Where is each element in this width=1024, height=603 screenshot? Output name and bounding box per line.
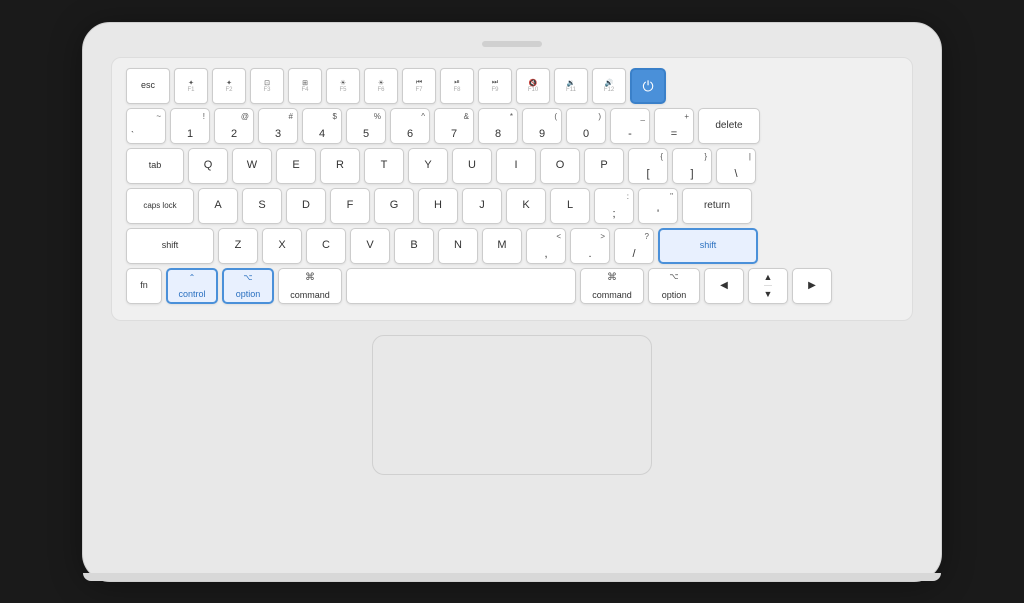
qwerty-row: tab Q W E R T Y U I O P { [ } ] | \ (126, 148, 898, 184)
laptop-body: esc ✦F1 ✦F2 ⊡F3 ⊞F4 ☀F5 ☀F6 ⏮F7 (82, 22, 942, 582)
key-power[interactable]: ⏻ (630, 68, 666, 104)
key-9[interactable]: ( 9 (522, 108, 562, 144)
key-r[interactable]: R (320, 148, 360, 184)
key-0[interactable]: ) 0 (566, 108, 606, 144)
key-f3[interactable]: ⊡F3 (250, 68, 284, 104)
key-n[interactable]: N (438, 228, 478, 264)
key-f11[interactable]: 🔉F11 (554, 68, 588, 104)
key-arrow-left[interactable]: ◀ (704, 268, 744, 304)
key-h[interactable]: H (418, 188, 458, 224)
key-quote[interactable]: " ' (638, 188, 678, 224)
key-semicolon[interactable]: : ; (594, 188, 634, 224)
key-f12[interactable]: 🔊F12 (592, 68, 626, 104)
key-bracket-left[interactable]: { [ (628, 148, 668, 184)
key-l[interactable]: L (550, 188, 590, 224)
key-f4[interactable]: ⊞F4 (288, 68, 322, 104)
key-arrow-right[interactable]: ▶ (792, 268, 832, 304)
key-control[interactable]: ⌃ control (166, 268, 218, 304)
key-f1[interactable]: ✦F1 (174, 68, 208, 104)
key-minus[interactable]: _ - (610, 108, 650, 144)
key-b[interactable]: B (394, 228, 434, 264)
key-option-left[interactable]: ⌥ option (222, 268, 274, 304)
key-arrow-updown[interactable]: ▲ ▼ (748, 268, 788, 304)
key-f10[interactable]: 🔇F10 (516, 68, 550, 104)
key-shift-left[interactable]: shift (126, 228, 214, 264)
key-delete[interactable]: delete (698, 108, 760, 144)
key-tab[interactable]: tab (126, 148, 184, 184)
key-c[interactable]: C (306, 228, 346, 264)
key-j[interactable]: J (462, 188, 502, 224)
key-8[interactable]: * 8 (478, 108, 518, 144)
key-shift-right[interactable]: shift (658, 228, 758, 264)
key-f2[interactable]: ✦F2 (212, 68, 246, 104)
key-k[interactable]: K (506, 188, 546, 224)
key-m[interactable]: M (482, 228, 522, 264)
asdf-row: caps lock A S D F G H J K L : ; " ' retu… (126, 188, 898, 224)
key-option-right[interactable]: ⌥ option (648, 268, 700, 304)
key-4[interactable]: $ 4 (302, 108, 342, 144)
key-space[interactable] (346, 268, 576, 304)
number-row: ~ ` ! 1 @ 2 # 3 $ 4 % 5 (126, 108, 898, 144)
key-command-left[interactable]: ⌘ command (278, 268, 342, 304)
key-a[interactable]: A (198, 188, 238, 224)
key-x[interactable]: X (262, 228, 302, 264)
key-fn[interactable]: fn (126, 268, 162, 304)
key-return[interactable]: return (682, 188, 752, 224)
key-f7[interactable]: ⏮F7 (402, 68, 436, 104)
key-f[interactable]: F (330, 188, 370, 224)
key-t[interactable]: T (364, 148, 404, 184)
key-7[interactable]: & 7 (434, 108, 474, 144)
key-6[interactable]: ^ 6 (390, 108, 430, 144)
key-f8[interactable]: ⏯F8 (440, 68, 474, 104)
key-1[interactable]: ! 1 (170, 108, 210, 144)
key-bracket-right[interactable]: } ] (672, 148, 712, 184)
key-5[interactable]: % 5 (346, 108, 386, 144)
key-s[interactable]: S (242, 188, 282, 224)
key-y[interactable]: Y (408, 148, 448, 184)
key-backtick[interactable]: ~ ` (126, 108, 166, 144)
key-w[interactable]: W (232, 148, 272, 184)
key-backslash[interactable]: | \ (716, 148, 756, 184)
key-o[interactable]: O (540, 148, 580, 184)
key-f6[interactable]: ☀F6 (364, 68, 398, 104)
bottom-row: fn ⌃ control ⌥ option ⌘ command ⌘ comman… (126, 268, 898, 304)
key-f9[interactable]: ⏭F9 (478, 68, 512, 104)
key-capslock[interactable]: caps lock (126, 188, 194, 224)
laptop-bottom-bar (83, 573, 941, 581)
key-equals[interactable]: + = (654, 108, 694, 144)
key-e[interactable]: E (276, 148, 316, 184)
key-d[interactable]: D (286, 188, 326, 224)
key-f5[interactable]: ☀F5 (326, 68, 360, 104)
key-period[interactable]: > . (570, 228, 610, 264)
key-v[interactable]: V (350, 228, 390, 264)
fn-row: esc ✦F1 ✦F2 ⊡F3 ⊞F4 ☀F5 ☀F6 ⏮F7 (126, 68, 898, 104)
key-g[interactable]: G (374, 188, 414, 224)
key-i[interactable]: I (496, 148, 536, 184)
key-3[interactable]: # 3 (258, 108, 298, 144)
key-u[interactable]: U (452, 148, 492, 184)
key-esc[interactable]: esc (126, 68, 170, 104)
zxcv-row: shift Z X C V B N M < , > . ? / shift (126, 228, 898, 264)
key-comma[interactable]: < , (526, 228, 566, 264)
key-q[interactable]: Q (188, 148, 228, 184)
trackpad[interactable] (372, 335, 652, 475)
key-command-right[interactable]: ⌘ command (580, 268, 644, 304)
camera-notch (482, 41, 542, 47)
keyboard: esc ✦F1 ✦F2 ⊡F3 ⊞F4 ☀F5 ☀F6 ⏮F7 (111, 57, 913, 321)
key-2[interactable]: @ 2 (214, 108, 254, 144)
key-z[interactable]: Z (218, 228, 258, 264)
key-slash[interactable]: ? / (614, 228, 654, 264)
key-p[interactable]: P (584, 148, 624, 184)
